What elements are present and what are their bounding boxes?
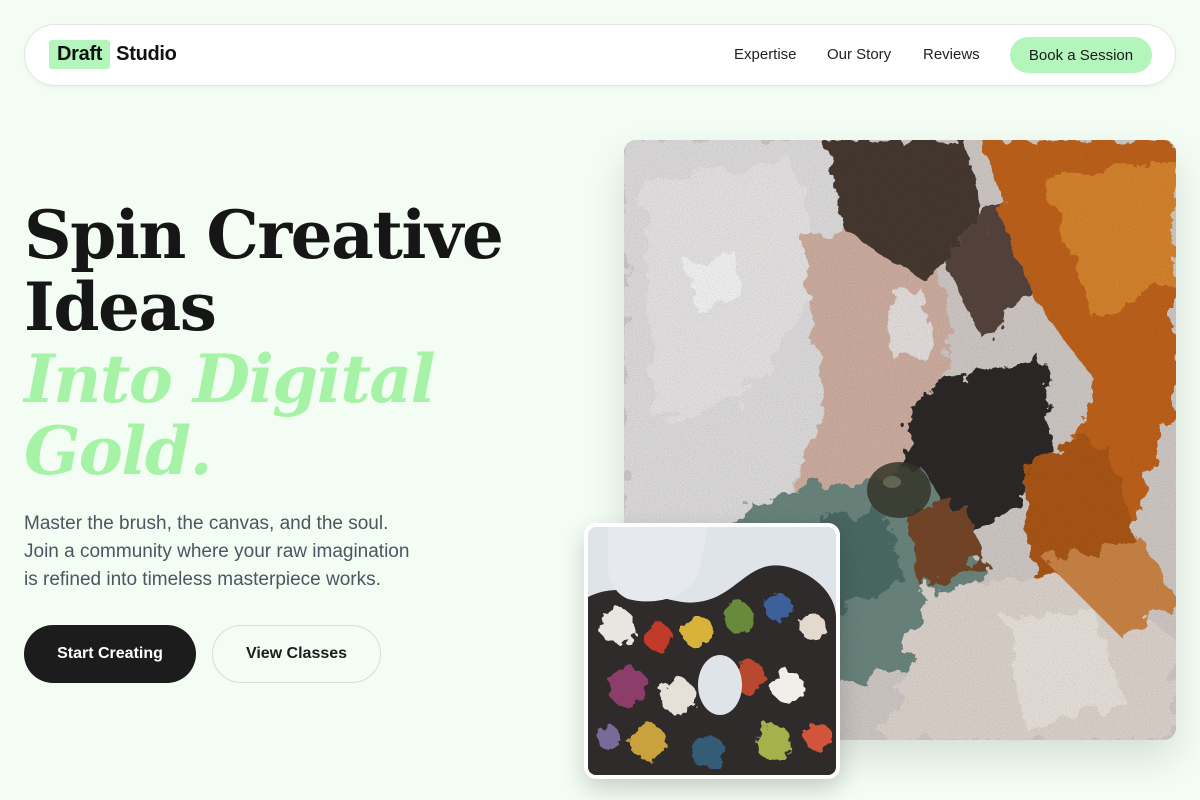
nav-link-our-story[interactable]: Our Story (827, 46, 891, 63)
headline-line-1: Spin Creative (24, 196, 504, 274)
view-classes-button[interactable]: View Classes (212, 625, 381, 683)
headline-line-2: Ideas (24, 268, 217, 346)
logo-badge: Draft (49, 40, 111, 69)
top-nav: Draft Studio Expertise Our Story Reviews… (24, 24, 1176, 86)
subtitle-line-3: is refined into timeless masterpiece wor… (24, 569, 381, 590)
hero-headline: Spin Creative Ideas Into Digital Gold. (24, 199, 584, 487)
paint-palette-image (584, 523, 840, 779)
logo-text: Studio (116, 43, 177, 65)
nav-link-expertise[interactable]: Expertise (734, 46, 797, 63)
nav-link-reviews[interactable]: Reviews (923, 46, 980, 63)
book-session-button[interactable]: Book a Session (1010, 37, 1152, 73)
hero-subtitle: Master the brush, the canvas, and the so… (24, 510, 484, 594)
headline-accent-line-2: Gold. (24, 412, 213, 490)
start-creating-button[interactable]: Start Creating (24, 625, 196, 683)
headline-accent-line-1: Into Digital (24, 340, 436, 418)
subtitle-line-2: Join a community where your raw imaginat… (24, 541, 410, 562)
logo[interactable]: Draft Studio (49, 40, 177, 69)
subtitle-line-1: Master the brush, the canvas, and the so… (24, 513, 389, 534)
